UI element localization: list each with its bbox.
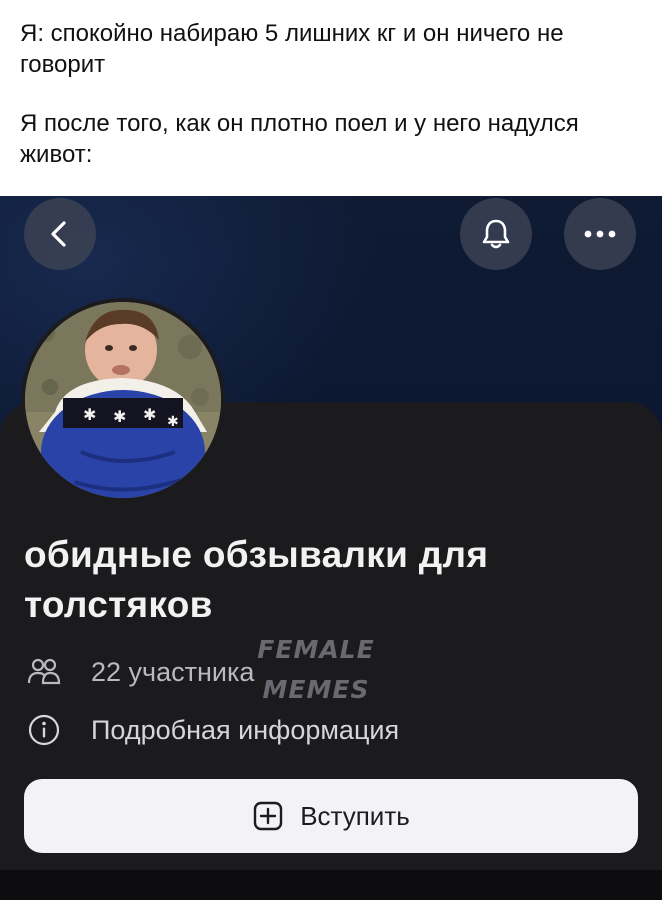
join-button-label: Вступить (300, 800, 410, 831)
more-options-button[interactable] (564, 198, 636, 270)
details-link: Подробная информация (91, 714, 400, 745)
bottom-edge (0, 870, 662, 900)
caption-line-1: Я: спокойно набираю 5 лишних кг и он нич… (20, 20, 564, 78)
watermark-line-2: MEMES (262, 675, 370, 704)
caption-line-2: Я после того, как он плотно поел и у нег… (20, 110, 579, 168)
svg-text:✱: ✱ (143, 405, 156, 424)
group-avatar[interactable]: ✱ ✱ ✱ ✱ (25, 302, 221, 498)
members-row[interactable]: 22 участника (24, 652, 254, 692)
people-icon (24, 652, 64, 692)
info-icon (24, 710, 64, 750)
back-button[interactable] (24, 198, 96, 270)
details-row[interactable]: Подробная информация (24, 710, 399, 750)
join-button[interactable]: Вступить (24, 779, 638, 853)
svg-text:✱: ✱ (83, 405, 96, 424)
group-title: обидные обзывалки для толстяков (24, 534, 489, 625)
watermark: FEMALE MEMES (246, 630, 386, 710)
avatar-photo: ✱ ✱ ✱ ✱ (25, 302, 221, 498)
plus-square-icon (252, 800, 284, 832)
caption-gap (20, 80, 645, 108)
svg-text:✱: ✱ (167, 414, 179, 430)
notifications-button[interactable] (460, 198, 532, 270)
chevron-left-icon (51, 221, 66, 247)
svg-text:✱: ✱ (113, 407, 126, 426)
more-dots-icon (584, 230, 616, 238)
watermark-line-1: FEMALE (257, 635, 375, 664)
bell-icon (482, 219, 510, 249)
members-count: 22 участника (91, 656, 255, 687)
meme-caption: Я: спокойно набираю 5 лишних кг и он нич… (20, 18, 645, 170)
